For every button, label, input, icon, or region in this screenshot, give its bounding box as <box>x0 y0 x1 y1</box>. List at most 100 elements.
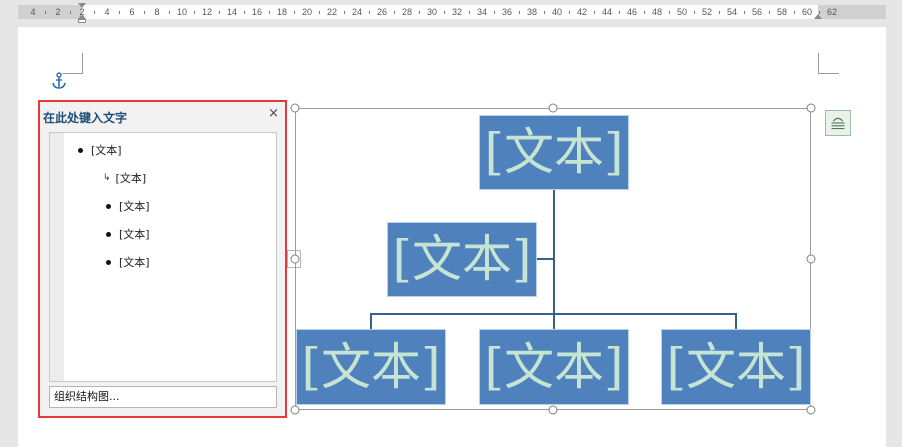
ruler-tick-label: 32 <box>451 7 463 17</box>
ruler-tick-label: 38 <box>526 7 538 17</box>
ruler-tick-mark <box>669 11 670 14</box>
resize-handle-bottom-left[interactable] <box>290 405 300 415</box>
ruler-tick-mark <box>594 11 595 14</box>
list-item[interactable]: [文本] <box>106 198 150 214</box>
ruler-tick-label: 36 <box>501 7 513 17</box>
connector-line-assistant <box>537 258 554 260</box>
ruler-tick-mark <box>194 11 195 14</box>
org-chart-child-box[interactable]: [文本] <box>479 329 629 405</box>
ruler-tick-mark <box>719 11 720 14</box>
list-item-label: [文本] <box>115 172 147 185</box>
left-indent-marker[interactable] <box>78 19 86 23</box>
right-indent-marker[interactable] <box>814 14 822 19</box>
ruler-tick-mark <box>644 11 645 14</box>
resize-handle-top[interactable] <box>548 103 558 113</box>
ruler-tick-mark <box>294 11 295 14</box>
list-item[interactable]: [文本] <box>106 254 150 270</box>
assistant-bullet-icon: ↳ <box>103 173 111 183</box>
ruler-tick-label: 10 <box>176 7 188 17</box>
ruler-tick-label: 46 <box>626 7 638 17</box>
ruler-tick-mark <box>769 11 770 14</box>
ruler-tick-mark <box>94 11 95 14</box>
ruler-tick-label: 34 <box>476 7 488 17</box>
resize-handle-top-right[interactable] <box>806 103 816 113</box>
horizontal-ruler[interactable]: 4 2 2 4 6 8 10 12 14 16 18 20 22 24 26 28 30 32 34 36 38 40 42… <box>0 0 902 23</box>
ruler-tick-label: 42 <box>576 7 588 17</box>
ruler-tick-label: 18 <box>276 7 288 17</box>
list-item-label: [文本] <box>119 200 150 213</box>
ruler-tick-label: 4 <box>104 7 110 17</box>
ruler-tick-mark <box>369 11 370 14</box>
ruler-tick-label: 56 <box>751 7 763 17</box>
org-chart-child-box[interactable]: [文本] <box>661 329 811 405</box>
ruler-tick-mark <box>319 11 320 14</box>
connector-line-child-left <box>370 313 372 330</box>
anchor-icon[interactable] <box>51 72 67 90</box>
ruler-tick-mark <box>45 11 46 14</box>
text-pane-gutter <box>50 133 64 381</box>
text-pane-list[interactable]: [文本] ↳ [文本] [文本] [文本] [文本] <box>49 132 277 382</box>
layout-options-icon[interactable] <box>825 110 851 136</box>
ruler-tick-label: 4 <box>30 7 36 17</box>
ruler-tick-mark <box>144 11 145 14</box>
list-item[interactable]: [文本] <box>106 226 150 242</box>
ruler-tick-mark <box>544 11 545 14</box>
bullet-icon <box>106 203 111 209</box>
list-item-label: [文本] <box>91 144 122 157</box>
ruler-tick-label: 58 <box>776 7 788 17</box>
ruler-tick-label: 16 <box>251 7 263 17</box>
ruler-tick-label: 26 <box>376 7 388 17</box>
ruler-tick-label: 8 <box>154 7 160 17</box>
ruler-tick-label: 52 <box>701 7 713 17</box>
ruler-tick-label: 44 <box>601 7 613 17</box>
org-chart-child-box[interactable]: [文本] <box>296 329 446 405</box>
ruler-tick-mark <box>219 11 220 14</box>
org-chart-top-box[interactable]: [文本] <box>479 115 629 190</box>
resize-handle-bottom-right[interactable] <box>806 405 816 415</box>
ruler-tick-label: 20 <box>301 7 313 17</box>
ruler-tick-mark <box>744 11 745 14</box>
resize-handle-left[interactable] <box>290 254 300 264</box>
connector-line-vertical <box>553 190 555 330</box>
ruler-tick-label: 30 <box>426 7 438 17</box>
ruler-tick-mark <box>469 11 470 14</box>
bullet-icon <box>106 231 111 237</box>
ruler-tick-label: 62 <box>826 7 838 17</box>
ruler-tick-mark <box>269 11 270 14</box>
connector-line-horizontal <box>370 313 737 315</box>
ruler-tick-label: 28 <box>401 7 413 17</box>
resize-handle-bottom[interactable] <box>548 405 558 415</box>
list-item[interactable]: [文本] <box>78 142 122 158</box>
ruler-tick-mark <box>119 11 120 14</box>
close-icon[interactable]: × <box>268 106 279 121</box>
ruler-tick-mark <box>444 11 445 14</box>
ruler-tick-label: 40 <box>551 7 563 17</box>
first-line-indent-marker[interactable] <box>78 3 86 8</box>
ruler-tick-mark <box>794 11 795 14</box>
ruler-tick-mark <box>244 11 245 14</box>
bullet-icon <box>106 259 111 265</box>
list-item[interactable]: ↳ [文本] <box>103 170 146 186</box>
resize-handle-right[interactable] <box>806 254 816 264</box>
ruler-tick-label: 60 <box>801 7 813 17</box>
list-item-label: [文本] <box>119 228 150 241</box>
smartart-text-pane[interactable]: 在此处键入文字 × [文本] ↳ [文本] [文本] [文本] [文本] 组织结… <box>38 100 287 418</box>
org-chart-link[interactable]: 组织结构图... <box>49 386 277 408</box>
ruler-tick-mark <box>519 11 520 14</box>
ruler-tick-label: 6 <box>129 7 135 17</box>
text-pane-title: 在此处键入文字 <box>43 111 128 125</box>
ruler-tick-label: 54 <box>726 7 738 17</box>
ruler-tick-label: 50 <box>676 7 688 17</box>
ruler-tick-mark <box>569 11 570 14</box>
list-item-label: [文本] <box>119 256 150 269</box>
ruler-tick-label: 24 <box>351 7 363 17</box>
ruler-tick-mark <box>619 11 620 14</box>
ruler-tick-label: 14 <box>226 7 238 17</box>
ruler-tick-mark <box>694 11 695 14</box>
ruler-tick-label: 22 <box>326 7 338 17</box>
ruler-tick-mark <box>70 11 71 14</box>
ruler-tick-mark <box>169 11 170 14</box>
org-chart-assistant-box[interactable]: [文本] <box>387 222 537 297</box>
ruler-tick-mark <box>344 11 345 14</box>
resize-handle-top-left[interactable] <box>290 103 300 113</box>
